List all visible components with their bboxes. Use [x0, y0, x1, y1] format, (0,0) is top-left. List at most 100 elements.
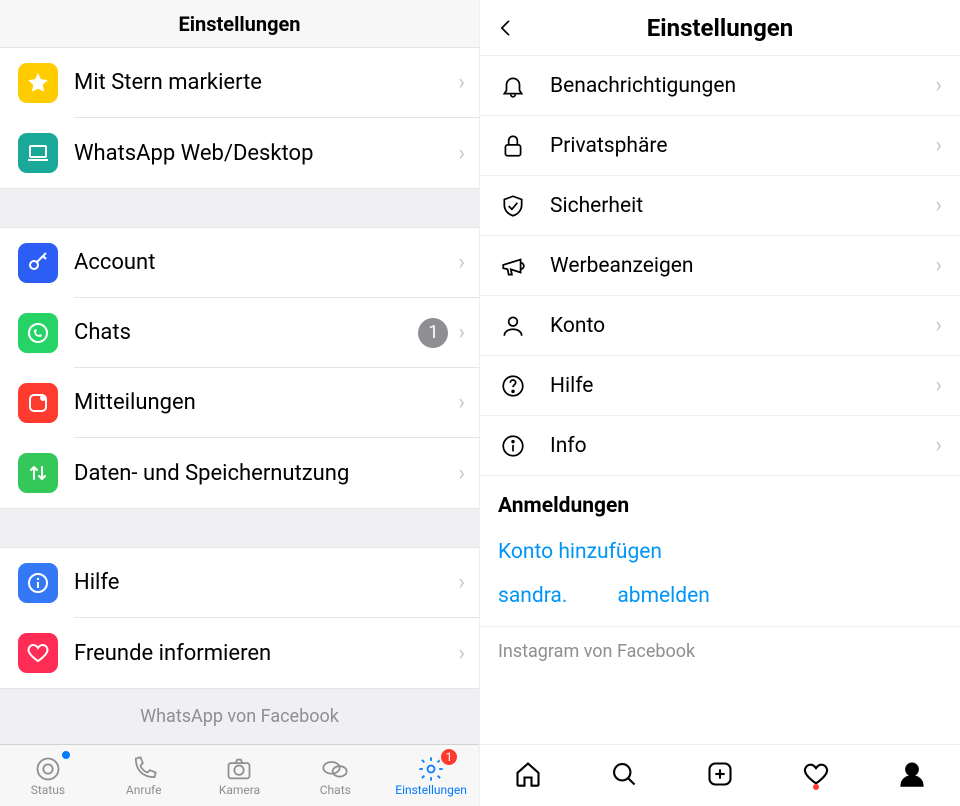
chevron-right-icon — [935, 193, 942, 218]
whatsapp-pane: Einstellungen Mit Stern markierte WhatsAp… — [0, 0, 480, 806]
chevron-right-icon — [935, 313, 942, 338]
app-badge-icon — [18, 383, 58, 423]
settings-row-notifications[interactable]: Mitteilungen — [0, 368, 479, 438]
user-icon — [498, 311, 528, 341]
whatsapp-tab-bar: Status Anrufe Kamera Chats Einstellungen 1 — [0, 744, 479, 806]
tab-profile[interactable] — [864, 760, 960, 792]
laptop-icon — [18, 133, 58, 173]
chevron-right-icon — [458, 390, 465, 415]
settings-row-help[interactable]: Hilfe — [480, 356, 960, 416]
settings-row-account[interactable]: Account — [0, 228, 479, 298]
settings-row-starred[interactable]: Mit Stern markierte — [0, 48, 479, 118]
row-label: Werbeanzeigen — [550, 254, 935, 278]
instagram-pane: Einstellungen Benachrichtigungen Privatsp… — [480, 0, 960, 806]
row-label: Privatsphäre — [550, 134, 935, 158]
tab-label: Status — [31, 783, 65, 797]
row-label: Info — [550, 434, 935, 458]
username-link[interactable]: sandra. — [498, 584, 567, 608]
profile-icon — [898, 760, 926, 792]
chevron-right-icon — [458, 250, 465, 275]
whatsapp-icon — [18, 313, 58, 353]
instagram-header: Einstellungen — [480, 0, 960, 56]
key-icon — [18, 243, 58, 283]
add-account-link[interactable]: Konto hinzufügen — [480, 528, 960, 576]
home-icon — [514, 760, 542, 792]
back-button[interactable] — [496, 0, 516, 55]
chats-icon — [321, 755, 349, 783]
row-label: Account — [74, 250, 458, 275]
tab-camera[interactable]: Kamera — [192, 745, 288, 806]
status-dot — [62, 751, 70, 759]
logins-section-title: Anmeldungen — [480, 476, 960, 528]
chevron-right-icon — [935, 373, 942, 398]
chevron-right-icon — [458, 461, 465, 486]
bell-icon — [498, 71, 528, 101]
tab-add[interactable] — [672, 760, 768, 792]
status-icon — [34, 755, 62, 783]
chevron-right-icon — [935, 73, 942, 98]
row-label: WhatsApp Web/Desktop — [74, 141, 458, 166]
plus-icon — [706, 760, 734, 792]
camera-icon — [225, 755, 253, 783]
phone-icon — [130, 755, 158, 783]
tab-chatstab[interactable]: Chats — [287, 745, 383, 806]
instagram-footer: Instagram von Facebook — [480, 627, 960, 676]
settings-row-chats[interactable]: Chats1 — [0, 298, 479, 368]
updown-icon — [18, 453, 58, 493]
chevron-right-icon — [458, 570, 465, 595]
tab-status[interactable]: Status — [0, 745, 96, 806]
instagram-header-title: Einstellungen — [647, 14, 793, 42]
logout-link[interactable]: abmelden — [617, 584, 709, 608]
row-label: Benachrichtigungen — [550, 74, 935, 98]
shield-icon — [498, 191, 528, 221]
instagram-tab-bar — [480, 744, 960, 806]
settings-row-tellfriend[interactable]: Freunde informieren — [0, 618, 479, 688]
tab-label: Kamera — [219, 783, 260, 797]
tab-badge: 1 — [439, 747, 459, 767]
chevron-right-icon — [935, 433, 942, 458]
info-icon — [498, 431, 528, 461]
activity-dot — [813, 784, 819, 790]
question-icon — [498, 371, 528, 401]
row-label: Mit Stern markierte — [74, 70, 458, 95]
chevron-right-icon — [458, 70, 465, 95]
settings-row-privacy[interactable]: Privatsphäre — [480, 116, 960, 176]
settings-row-data[interactable]: Daten- und Speichernutzung — [0, 438, 479, 508]
tab-settings[interactable]: Einstellungen 1 — [383, 745, 479, 806]
tab-home[interactable] — [480, 760, 576, 792]
row-label: Chats — [74, 320, 418, 345]
whatsapp-header-title: Einstellungen — [0, 0, 479, 48]
settings-row-about[interactable]: Info — [480, 416, 960, 476]
chevron-right-icon — [458, 320, 465, 345]
row-label: Sicherheit — [550, 194, 935, 218]
settings-row-help[interactable]: Hilfe — [0, 548, 479, 618]
tab-label: Einstellungen — [395, 783, 467, 797]
settings-row-notifications[interactable]: Benachrichtigungen — [480, 56, 960, 116]
unread-badge: 1 — [418, 318, 448, 348]
chevron-right-icon — [458, 641, 465, 666]
chevron-right-icon — [935, 133, 942, 158]
tab-label: Anrufe — [126, 783, 162, 797]
row-label: Konto — [550, 314, 935, 338]
row-label: Hilfe — [550, 374, 935, 398]
tab-activity[interactable] — [768, 760, 864, 792]
chevron-right-icon — [935, 253, 942, 278]
tab-search[interactable] — [576, 760, 672, 792]
chevron-right-icon — [458, 141, 465, 166]
settings-row-account[interactable]: Konto — [480, 296, 960, 356]
heart-icon — [18, 633, 58, 673]
whatsapp-footer: WhatsApp von Facebook — [0, 688, 479, 744]
lock-icon — [498, 131, 528, 161]
row-label: Daten- und Speichernutzung — [74, 461, 458, 486]
section-divider — [0, 188, 479, 228]
settings-row-security[interactable]: Sicherheit — [480, 176, 960, 236]
section-divider — [0, 508, 479, 548]
star-icon — [18, 63, 58, 103]
info-icon — [18, 563, 58, 603]
settings-row-ads[interactable]: Werbeanzeigen — [480, 236, 960, 296]
tab-calls[interactable]: Anrufe — [96, 745, 192, 806]
settings-row-web[interactable]: WhatsApp Web/Desktop — [0, 118, 479, 188]
row-label: Freunde informieren — [74, 641, 458, 666]
row-label: Hilfe — [74, 570, 458, 595]
megaphone-icon — [498, 251, 528, 281]
